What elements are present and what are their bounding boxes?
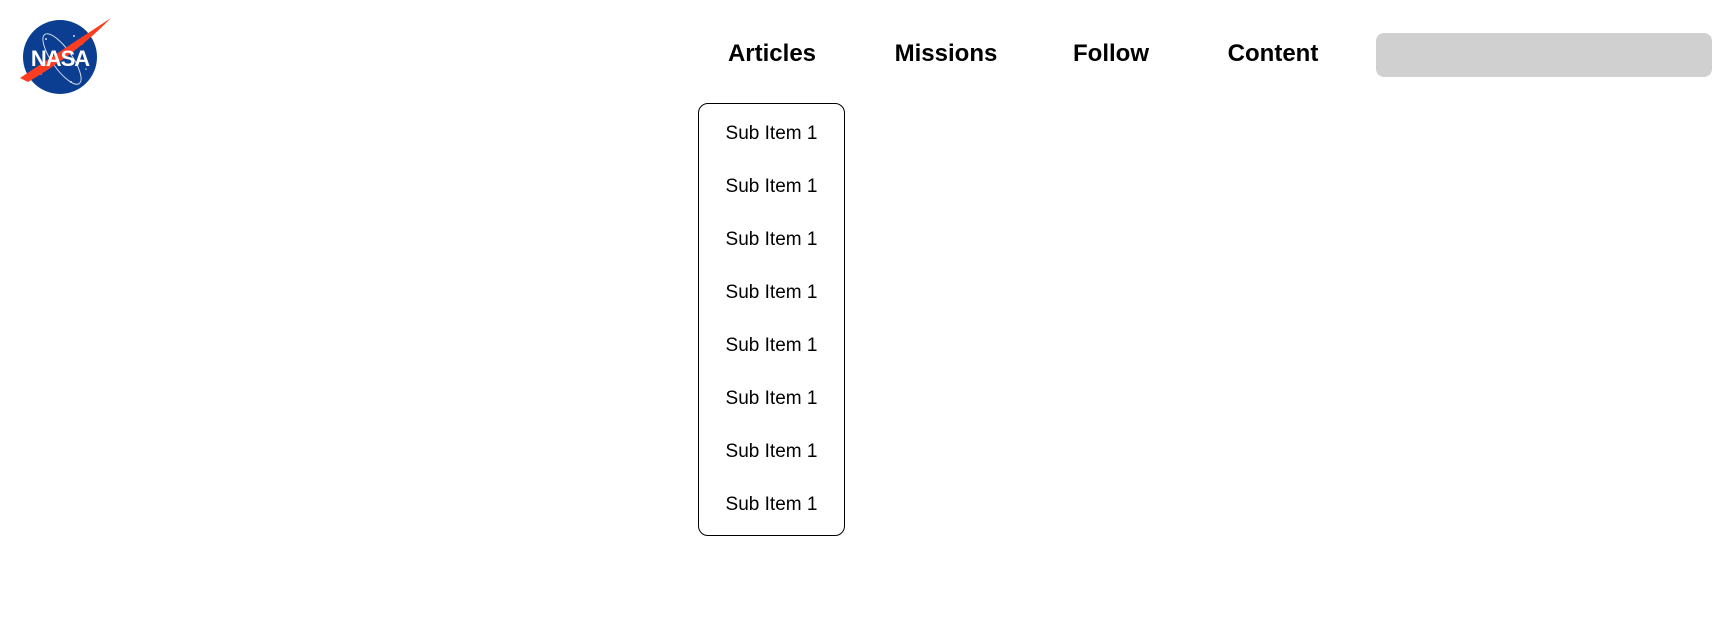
search-input[interactable] [1376,33,1712,77]
nasa-logo[interactable]: NASA [16,14,112,96]
dropdown-item[interactable]: Sub Item 1 [699,123,844,145]
dropdown-item[interactable]: Sub Item 1 [699,335,844,357]
dropdown-item[interactable]: Sub Item 1 [699,282,844,304]
svg-text:NASA: NASA [31,46,90,71]
dropdown-item[interactable]: Sub Item 1 [699,494,844,516]
articles-dropdown-menu: Sub Item 1 Sub Item 1 Sub Item 1 Sub Ite… [698,103,845,536]
nav-missions[interactable]: Missions [895,40,998,68]
nav-content[interactable]: Content [1228,40,1319,68]
dropdown-item[interactable]: Sub Item 1 [699,388,844,410]
dropdown-item[interactable]: Sub Item 1 [699,229,844,251]
dropdown-item[interactable]: Sub Item 1 [699,176,844,198]
nav-follow[interactable]: Follow [1073,40,1149,68]
dropdown-item[interactable]: Sub Item 1 [699,441,844,463]
nav-articles[interactable]: Articles [728,40,816,68]
